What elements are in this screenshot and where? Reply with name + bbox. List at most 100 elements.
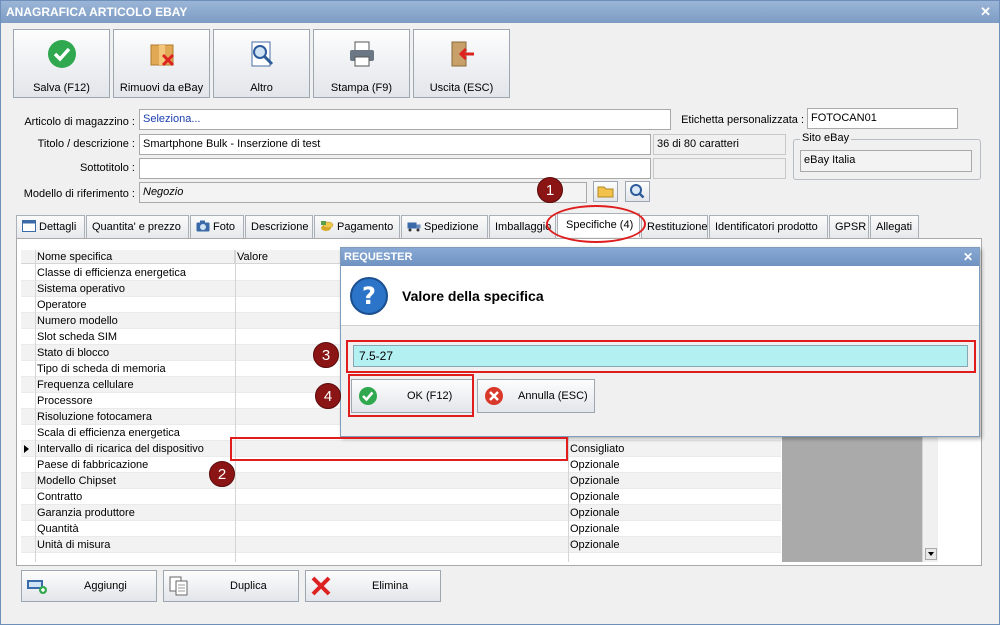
print-button[interactable]: Stampa (F9): [313, 29, 410, 98]
sottotitolo-label: Sottotitolo :: [79, 162, 135, 174]
spec-type-cell: Consigliato: [570, 443, 625, 455]
title-bar: ANAGRAFICA ARTICOLO EBAY ✕: [1, 1, 999, 23]
spec-name-cell: Sistema operativo: [37, 283, 126, 295]
sito-ebay-field[interactable]: eBay Italia: [800, 150, 972, 172]
titolo-label: Titolo / descrizione :: [37, 138, 135, 150]
tab-spedizione-label: Spedizione: [424, 221, 479, 233]
open-folder-button[interactable]: [593, 181, 618, 202]
remove-from-ebay-label: Rimuovi da eBay: [119, 82, 204, 94]
delete-button[interactable]: Elimina: [305, 570, 441, 602]
tab-allegati-label: Allegati: [876, 221, 913, 233]
print-label: Stampa (F9): [330, 82, 393, 94]
articolo-field[interactable]: Seleziona...: [139, 109, 671, 130]
sottotitolo-field[interactable]: [139, 158, 651, 179]
add-row-icon: [27, 580, 47, 594]
spec-name-cell: Classe di efficienza energetica: [37, 267, 186, 279]
spec-type-cell: Opzionale: [570, 491, 620, 503]
scroll-down-button[interactable]: [925, 548, 937, 560]
modello-field[interactable]: Negozio: [139, 182, 587, 203]
tab-descrizione[interactable]: Descrizione: [245, 215, 313, 238]
spec-name-cell: Risoluzione fotocamera: [37, 411, 152, 423]
spec-name-cell: Paese di fabbricazione: [37, 459, 149, 471]
dialog-title-bar: REQUESTER ✕: [341, 248, 979, 266]
tab-pagamento[interactable]: Pagamento: [314, 215, 400, 238]
delete-x-icon: [311, 576, 331, 596]
tab-restituzione[interactable]: Restituzione: [641, 215, 708, 238]
dialog-header: ? Valore della specifica: [341, 266, 979, 326]
add-button[interactable]: Aggiungi: [21, 570, 157, 602]
highlight-ok-button: [348, 374, 474, 417]
truck-icon: [407, 222, 421, 232]
row-selector-icon: [24, 445, 29, 453]
spec-name-cell: Processore: [37, 395, 93, 407]
exit-label: Uscita (ESC): [429, 82, 494, 94]
highlight-valore-cell: [230, 437, 568, 461]
spec-type-cell: Opzionale: [570, 523, 620, 535]
window-icon: [22, 220, 36, 232]
spec-name-cell: Unità di misura: [37, 539, 111, 551]
highlight-specifiche-tab: [546, 205, 646, 243]
table-row[interactable]: Unità di misura Opzionale: [21, 537, 781, 553]
sito-ebay-legend: Sito eBay: [800, 132, 852, 144]
tab-pagamento-label: Pagamento: [337, 221, 394, 233]
callout-3: 3: [313, 342, 339, 368]
altro-button[interactable]: Altro: [213, 29, 310, 98]
etichetta-label: Etichetta personalizzata :: [681, 114, 804, 126]
remove-from-ebay-button[interactable]: Rimuovi da eBay: [113, 29, 210, 98]
tab-identificatori[interactable]: Identificatori prodotto: [709, 215, 828, 238]
cancel-button-label: Annulla (ESC): [518, 390, 588, 402]
spec-type-cell: Opzionale: [570, 475, 620, 487]
tab-gpsr-label: GPSR: [835, 221, 867, 233]
spec-name-cell: Quantità: [37, 523, 79, 535]
camera-icon: [196, 220, 210, 232]
tab-foto-label: Foto: [213, 221, 236, 233]
tab-quantita[interactable]: Quantita' e prezzo: [86, 215, 189, 238]
exit-door-icon: [451, 41, 474, 67]
dialog-close-icon[interactable]: ✕: [963, 248, 973, 266]
exit-button[interactable]: Uscita (ESC): [413, 29, 510, 98]
tab-quantita-label: Quantita' e prezzo: [92, 221, 181, 233]
search-model-button[interactable]: [625, 181, 650, 202]
duplicate-button-label: Duplica: [230, 580, 267, 592]
magnifier-icon: [251, 41, 274, 67]
tab-descrizione-label: Descrizione: [251, 221, 309, 233]
tab-restituzione-label: Restituzione: [647, 221, 708, 233]
duplicate-button[interactable]: Duplica: [163, 570, 299, 602]
titolo-field[interactable]: Smartphone Bulk - Inserzione di test: [139, 134, 651, 155]
articolo-label: Articolo di magazzino :: [24, 116, 135, 128]
close-icon[interactable]: ✕: [980, 1, 991, 23]
spec-name-cell: Numero modello: [37, 315, 118, 327]
spec-name-cell: Stato di blocco: [37, 347, 110, 359]
cancel-x-icon: [485, 387, 503, 405]
spec-name-cell: Operatore: [37, 299, 87, 311]
table-row[interactable]: Contratto Opzionale: [21, 489, 781, 505]
tab-identificatori-label: Identificatori prodotto: [715, 221, 818, 233]
etichetta-field[interactable]: FOTOCAN01: [807, 108, 958, 129]
tab-spedizione[interactable]: Spedizione: [401, 215, 488, 238]
save-button[interactable]: Salva (F12): [13, 29, 110, 98]
tab-dettagli[interactable]: Dettagli: [16, 215, 85, 238]
tab-imballaggio-label: Imballaggio: [495, 221, 552, 233]
tab-gpsr[interactable]: GPSR: [829, 215, 869, 238]
col-nome-specifica[interactable]: Nome specifica: [35, 250, 235, 264]
copy-icon: [169, 576, 188, 596]
grid-divider: [35, 250, 36, 562]
window-title: ANAGRAFICA ARTICOLO EBAY: [6, 5, 188, 19]
grid-divider: [235, 250, 236, 562]
sottotitolo-counter: [653, 158, 786, 179]
tab-foto[interactable]: Foto: [190, 215, 244, 238]
svg-text:?: ?: [362, 282, 376, 310]
chevron-down-icon: [928, 552, 934, 556]
cancel-button[interactable]: Annulla (ESC): [477, 379, 595, 413]
dialog-heading: Valore della specifica: [402, 288, 544, 304]
table-row[interactable]: Quantità Opzionale: [21, 521, 781, 537]
spec-name-cell: Scala di efficienza energetica: [37, 427, 180, 439]
tab-allegati[interactable]: Allegati: [870, 215, 919, 238]
spec-name-cell: Garanzia produttore: [37, 507, 135, 519]
table-row[interactable]: Modello Chipset Opzionale: [21, 473, 781, 489]
coins-icon: [321, 221, 334, 231]
spec-type-cell: Opzionale: [570, 459, 620, 471]
folder-icon: [597, 186, 614, 198]
printer-icon: [350, 41, 374, 67]
table-row[interactable]: Garanzia produttore Opzionale: [21, 505, 781, 521]
